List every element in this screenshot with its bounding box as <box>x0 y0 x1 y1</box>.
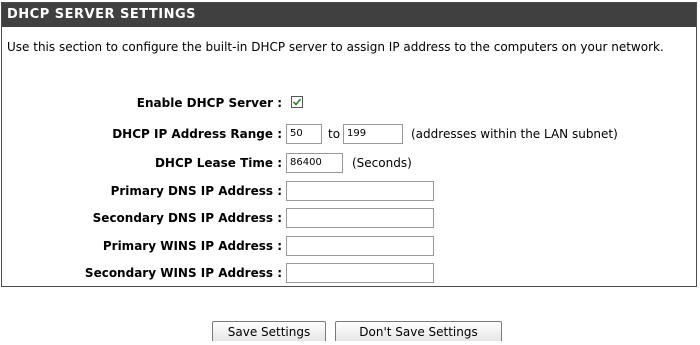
ip-range-start-input[interactable]: 50 <box>286 124 322 144</box>
primary-dns-row: Primary DNS IP Address : <box>2 180 696 202</box>
secondary-wins-label: Secondary WINS IP Address : <box>84 266 282 280</box>
save-settings-button[interactable]: Save Settings <box>212 321 326 341</box>
primary-dns-label: Primary DNS IP Address : <box>110 184 282 198</box>
primary-dns-input[interactable] <box>286 181 434 201</box>
lease-time-label: DHCP Lease Time : <box>154 156 282 170</box>
lease-time-unit: (Seconds) <box>352 156 412 170</box>
primary-wins-row: Primary WINS IP Address : <box>2 235 696 257</box>
secondary-dns-row: Secondary DNS IP Address : <box>2 207 696 229</box>
enable-dhcp-row: Enable DHCP Server : <box>2 92 696 114</box>
ip-range-end-input[interactable]: 199 <box>343 124 403 144</box>
ip-range-label: DHCP IP Address Range : <box>112 127 282 141</box>
section-title: DHCP SERVER SETTINGS <box>2 3 696 27</box>
lease-time-input[interactable]: 86400 <box>286 153 343 173</box>
enable-dhcp-label: Enable DHCP Server : <box>136 96 282 110</box>
secondary-dns-input[interactable] <box>286 208 434 228</box>
secondary-dns-label: Secondary DNS IP Address : <box>92 211 282 225</box>
ip-range-to-text: to <box>328 127 341 141</box>
primary-wins-label: Primary WINS IP Address : <box>102 239 282 253</box>
ip-range-row: DHCP IP Address Range : 50 to 199 (addre… <box>2 123 696 145</box>
dont-save-settings-button[interactable]: Don't Save Settings <box>335 321 502 341</box>
secondary-wins-input[interactable] <box>286 263 434 283</box>
lease-time-row: DHCP Lease Time : 86400 (Seconds) <box>2 152 696 174</box>
section-description: Use this section to configure the built-… <box>7 40 664 54</box>
enable-dhcp-checkbox[interactable] <box>291 96 303 108</box>
dhcp-settings-panel: DHCP SERVER SETTINGS Use this section to… <box>1 2 697 287</box>
secondary-wins-row: Secondary WINS IP Address : <box>2 262 696 284</box>
ip-range-note: (addresses within the LAN subnet) <box>411 127 618 141</box>
primary-wins-input[interactable] <box>286 236 434 256</box>
checkmark-icon <box>292 98 302 106</box>
